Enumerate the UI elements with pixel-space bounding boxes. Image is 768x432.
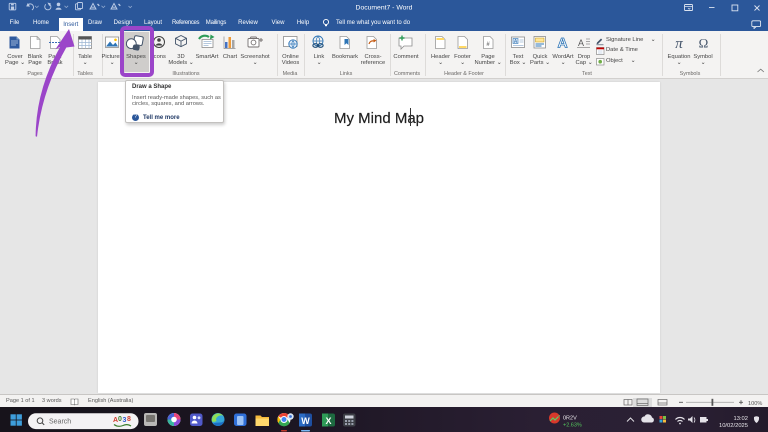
- svg-text:Ω: Ω: [699, 36, 709, 51]
- svg-text:A: A: [578, 38, 584, 48]
- svg-text:Search: Search: [49, 419, 71, 426]
- svg-text:10/02/2025: 10/02/2025: [719, 423, 748, 429]
- svg-text:0R2V: 0R2V: [563, 416, 577, 422]
- svg-text:0: 0: [118, 416, 122, 423]
- svg-text:3: 3: [123, 417, 127, 424]
- svg-text:13:02: 13:02: [733, 416, 748, 422]
- svg-text:Document7 - Word: Document7 - Word: [356, 5, 413, 12]
- svg-text:A: A: [557, 35, 567, 51]
- svg-text:W: W: [301, 416, 310, 426]
- svg-text:π: π: [675, 36, 683, 52]
- svg-text:100%: 100%: [748, 400, 762, 406]
- svg-text:8: 8: [127, 416, 131, 423]
- svg-text:X: X: [325, 416, 331, 426]
- svg-text:+2.63%: +2.63%: [563, 423, 582, 429]
